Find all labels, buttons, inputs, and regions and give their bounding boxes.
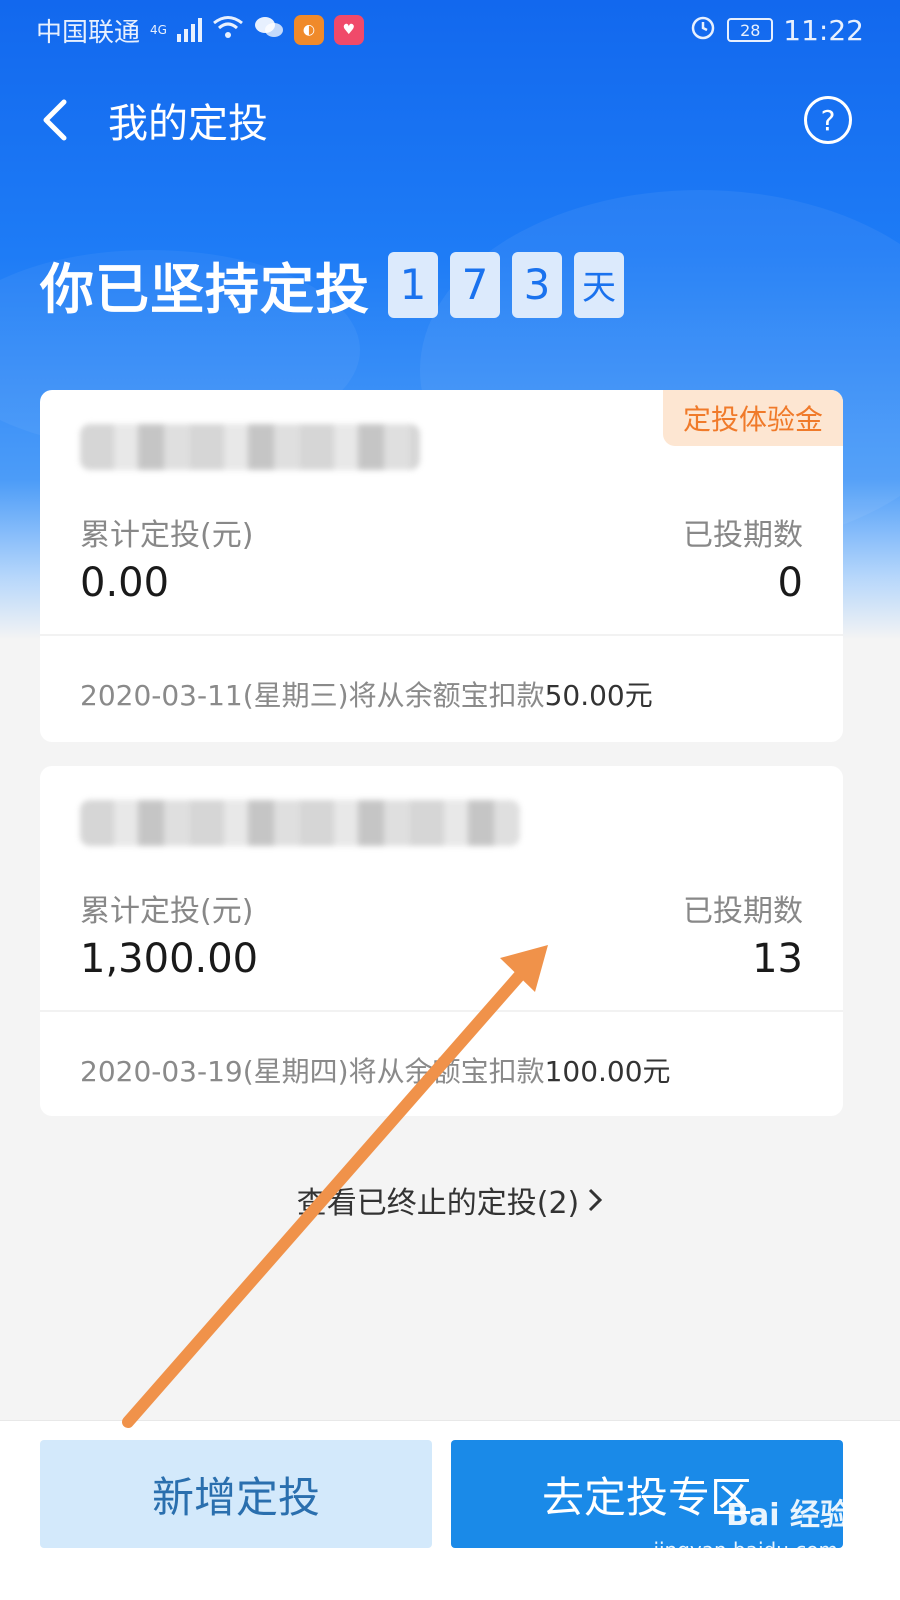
next-deduction-note: 2020-03-11(星期三)将从余额宝扣款50.00元 (80, 674, 653, 714)
terminated-plans-link[interactable]: 查看已终止的定投(2) (0, 1178, 900, 1222)
total-value: 1,300.00 (80, 936, 259, 982)
streak-digit: 3 (512, 251, 562, 318)
periods-value: 13 (752, 936, 803, 982)
clock: 11:22 (783, 13, 864, 47)
chevron-right-icon (587, 1186, 603, 1221)
fund-name-blurred (80, 800, 520, 846)
wechat-icon (254, 14, 284, 47)
help-icon[interactable]: ? (804, 96, 852, 144)
note-amount: 50.00元 (544, 679, 653, 712)
nav-bar: 我的定投 ? (0, 60, 900, 180)
trial-fund-tag: 定投体验金 (662, 390, 843, 446)
uc-browser-icon: ◐ (293, 15, 324, 45)
plan-card[interactable]: 定投体验金 累计定投(元) 已投期数 0.00 0 2020-03-11(星期三… (40, 390, 843, 742)
back-arrow-icon[interactable] (40, 90, 80, 150)
note-amount: 100.00元 (544, 1055, 671, 1088)
wifi-icon (212, 14, 244, 47)
carrier-label: 中国联通 (36, 17, 141, 48)
plan-zone-button[interactable]: 去定投专区 (451, 1440, 843, 1548)
page-title: 我的定投 (108, 101, 268, 147)
status-bar: 中国联通 4G ◐ ♥ 28 11:22 (0, 0, 900, 60)
streak-digit: 7 (450, 251, 500, 318)
app-notification-icon: ♥ (333, 15, 364, 45)
add-plan-button[interactable]: 新增定投 (40, 1440, 432, 1548)
streak-unit: 天 (574, 251, 624, 318)
periods-label: 已投期数 (683, 894, 803, 929)
plan-card[interactable]: 累计定投(元) 已投期数 1,300.00 13 2020-03-19(星期四)… (40, 766, 843, 1116)
note-date: 2020-03-11(星期三)将从余额宝扣款 (80, 679, 545, 712)
next-deduction-note: 2020-03-19(星期四)将从余额宝扣款100.00元 (80, 1050, 671, 1090)
battery-icon: 28 (727, 18, 774, 42)
periods-value: 0 (777, 560, 803, 606)
note-date: 2020-03-19(星期四)将从余额宝扣款 (80, 1055, 545, 1088)
total-label: 累计定投(元) (80, 894, 254, 929)
streak-digit: 1 (388, 251, 438, 318)
total-value: 0.00 (80, 560, 170, 606)
divider (40, 634, 843, 636)
terminated-plans-label: 查看已终止的定投(2) (296, 1186, 580, 1221)
network-type: 4G (150, 23, 167, 37)
periods-label: 已投期数 (683, 518, 803, 553)
signal-icon (176, 18, 202, 42)
fund-name-blurred (80, 424, 420, 470)
alarm-icon (689, 13, 717, 48)
total-label: 累计定投(元) (80, 518, 254, 553)
streak-text: 你已坚持定投 (40, 258, 370, 321)
streak-banner: 你已坚持定投 1 7 3 天 (40, 245, 624, 324)
divider (40, 1010, 843, 1012)
